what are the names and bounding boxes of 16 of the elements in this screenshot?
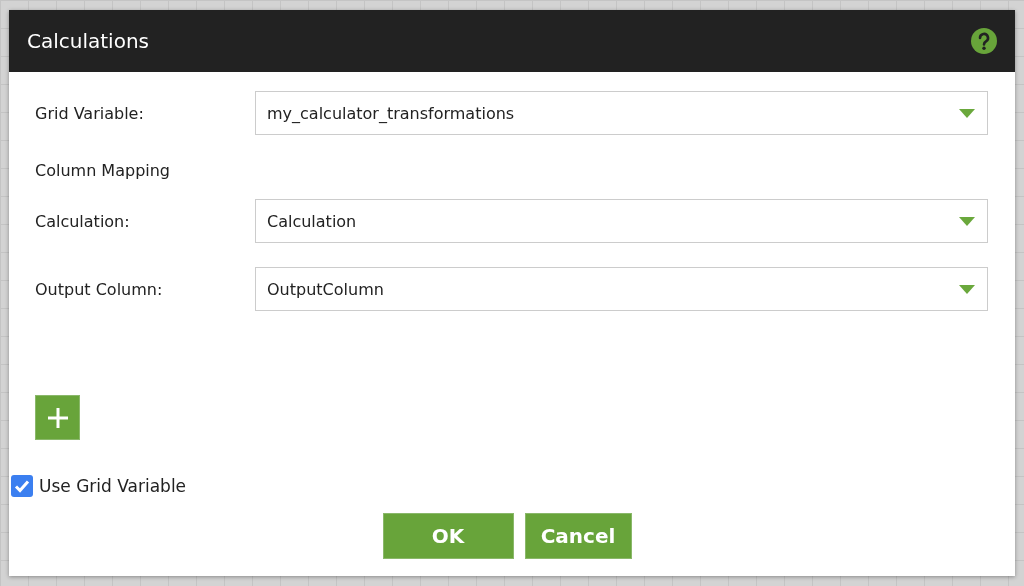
field-label: Calculation: <box>35 211 131 231</box>
field-label: Grid Variable: <box>35 103 145 123</box>
dialog-title: Calculations <box>27 29 149 53</box>
field-label: Output Column: <box>35 279 164 299</box>
dropdown[interactable]: OutputColumn <box>255 267 988 311</box>
plus-icon <box>46 406 69 429</box>
help-icon[interactable] <box>971 28 997 54</box>
dropdown[interactable]: my_calculator_transformations <box>255 91 988 135</box>
checkbox[interactable] <box>11 475 33 497</box>
section-title: Column Mapping <box>35 161 172 180</box>
dropdown[interactable]: Calculation <box>255 199 988 243</box>
checkbox-label: Use Grid Variable <box>39 476 187 496</box>
caret-icon <box>959 216 975 226</box>
caret-icon <box>959 284 975 294</box>
add-button[interactable] <box>35 395 80 440</box>
caret-icon <box>959 108 975 118</box>
